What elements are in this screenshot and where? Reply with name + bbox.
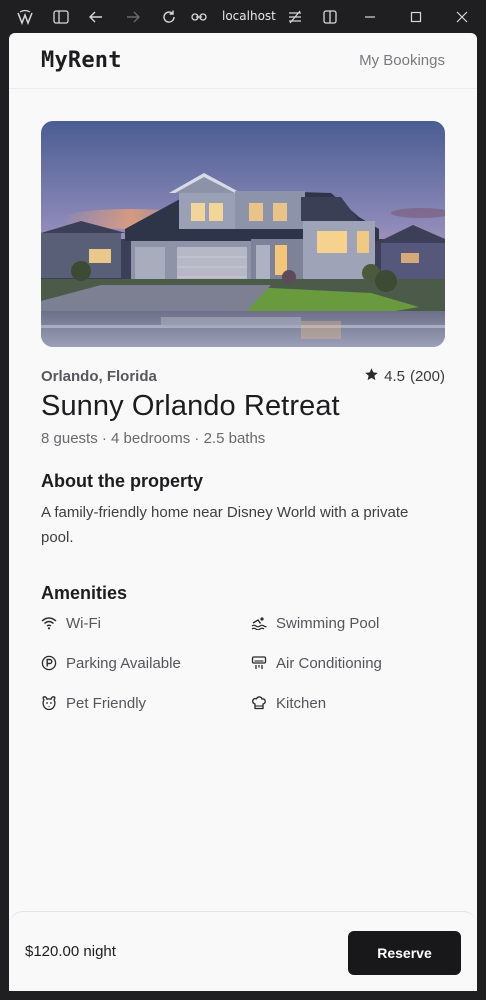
air-conditioning-icon — [251, 655, 267, 671]
sidebar-toggle-icon[interactable] — [50, 6, 72, 28]
rating: 4.5 (200) — [364, 367, 445, 386]
wifi-icon — [41, 615, 57, 631]
amenity-label: Wi-Fi — [66, 614, 101, 632]
app-header: MyRent My Bookings — [9, 33, 477, 89]
pet-icon — [41, 695, 57, 711]
amenity-label: Kitchen — [276, 694, 327, 712]
browser-toolbar: localhost — [0, 0, 486, 33]
amenity-label: Swimming Pool — [276, 614, 380, 632]
maximize-icon[interactable] — [405, 6, 427, 28]
kitchen-icon — [251, 695, 267, 711]
price: $120.00 night — [25, 943, 116, 960]
amenities-heading: Amenities — [41, 583, 128, 603]
brand-logo[interactable]: MyRent — [41, 48, 122, 73]
swimming-pool-icon — [251, 615, 267, 631]
minimize-icon[interactable] — [359, 6, 381, 28]
amenity-pet-friendly: Pet Friendly — [41, 691, 146, 715]
parking-icon — [41, 655, 57, 671]
price-unit: night — [83, 943, 116, 960]
forward-icon[interactable] — [122, 6, 144, 28]
booking-footer: $120.00 night Reserve — [9, 911, 477, 991]
site-info-icon[interactable] — [188, 6, 210, 28]
property-specs: 8 guests · 4 bedrooms · 2.5 baths — [41, 430, 266, 447]
close-icon[interactable] — [451, 6, 473, 28]
split-view-icon[interactable] — [319, 6, 341, 28]
amenity-label: Parking Available — [66, 654, 181, 672]
about-text: A family-friendly home near Disney World… — [41, 504, 409, 546]
browser-logo-icon[interactable] — [14, 6, 36, 28]
amenity-label: Air Conditioning — [276, 654, 382, 672]
price-amount: $120.00 — [25, 943, 80, 960]
my-bookings-link[interactable]: My Bookings — [359, 52, 445, 69]
amenity-pool: Swimming Pool — [251, 611, 379, 635]
amenity-kitchen: Kitchen — [251, 691, 326, 715]
address-bar[interactable]: localhost — [222, 9, 276, 23]
reader-mode-icon[interactable] — [284, 6, 306, 28]
reload-icon[interactable] — [158, 6, 180, 28]
rating-value: 4.5 — [384, 368, 405, 385]
amenity-air-conditioning: Air Conditioning — [251, 651, 382, 675]
star-icon — [364, 367, 379, 386]
back-icon[interactable] — [85, 6, 107, 28]
amenity-parking: Parking Available — [41, 651, 181, 675]
property-title: Sunny Orlando Retreat — [41, 390, 340, 422]
review-count: (200) — [409, 368, 445, 385]
property-photo — [41, 121, 445, 347]
amenity-label: Pet Friendly — [66, 694, 147, 712]
reserve-button[interactable]: Reserve — [348, 931, 461, 975]
amenity-wifi: Wi-Fi — [41, 611, 101, 635]
property-location: Orlando, Florida — [41, 368, 157, 385]
page-viewport: MyRent My Bookings Orlando, Florida 4.5 … — [9, 33, 477, 991]
about-heading: About the property — [41, 471, 203, 491]
